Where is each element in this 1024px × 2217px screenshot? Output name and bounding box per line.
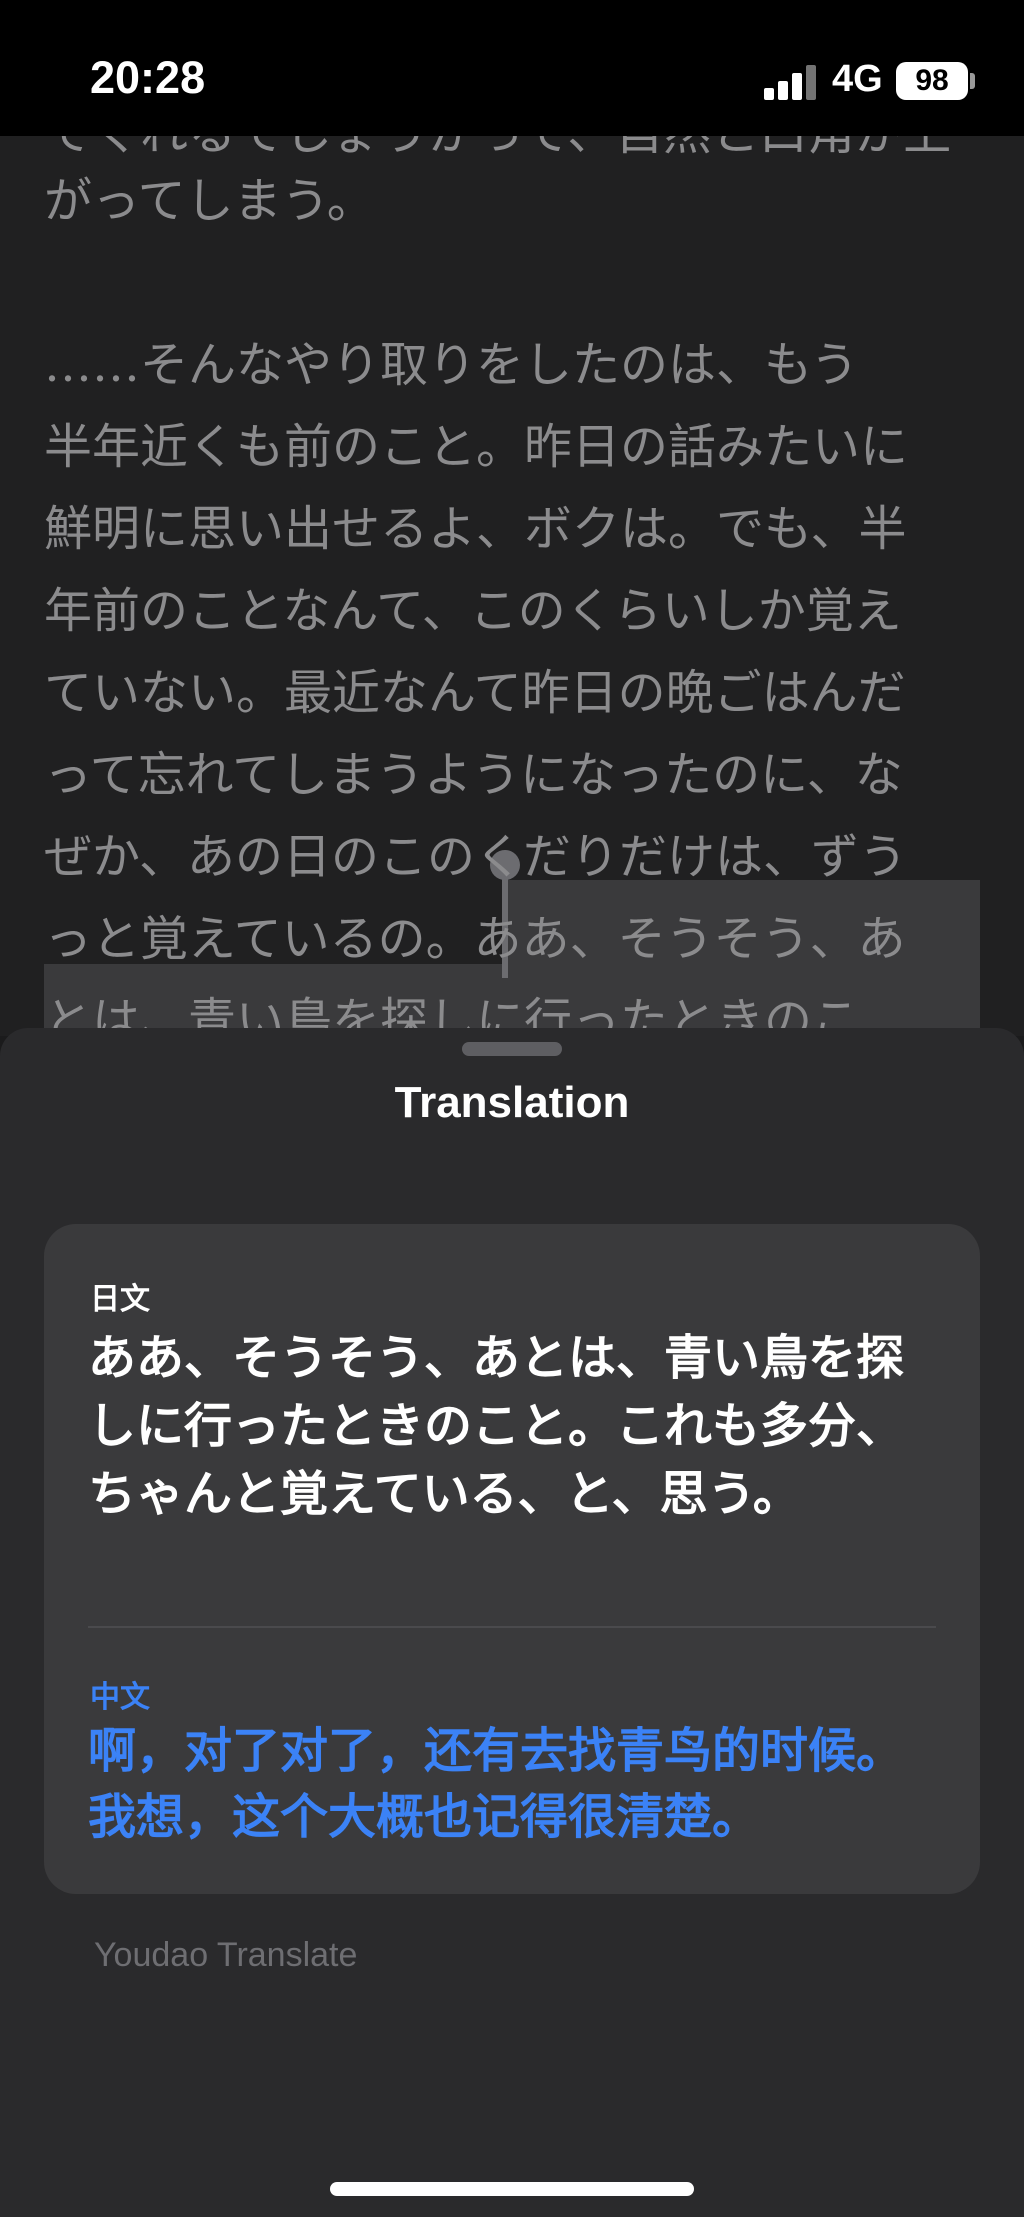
reader-line: 半年近くも前のこと。昨日の話みたいに [44, 419, 909, 475]
target-language-label[interactable]: 中文 [90, 1672, 150, 1716]
reader-line [44, 242, 994, 324]
translated-text: 啊，对了对了，还有去找青鸟的时候。我想，这个大概也记得很清楚。 [88, 1723, 905, 1845]
source-text: ああ、そうそう、あとは、青い鳥を探しに行ったときのこと。これも多分、ちゃんと覚え… [88, 1330, 905, 1522]
reader-line: ていない。最近なんて昨日の晩ごはんだ [44, 665, 906, 721]
battery-tip [970, 73, 975, 89]
sheet-title: Translation [394, 1078, 630, 1127]
sheet-grabber[interactable] [462, 1042, 562, 1056]
cellular-signal-icon [764, 64, 816, 100]
battery-icon: 98 [896, 62, 968, 100]
reader-page[interactable]: でくれるでしょうかって、自然と口角が上 がってしまう。 ……そんなやり取りをした… [0, 136, 1024, 1036]
translation-provider: Youdao Translate [94, 1936, 358, 1974]
status-bar: 20:28 4G 98 [0, 0, 1024, 136]
network-type: 4G [832, 58, 883, 100]
reader-line: ぜか、あの日のこのくだりだけは、ずう [44, 829, 908, 885]
reader-line: 年前のことなんて、このくらいしか覚え [44, 583, 902, 639]
translation-card: 日文 ああ、そうそう、あとは、青い鳥を探しに行ったときのこと。これも多分、ちゃん… [44, 1224, 980, 1894]
status-time: 20:28 [90, 52, 206, 103]
reader-line: っと覚えているの。ああ、そうそう、あ [44, 911, 906, 967]
reader-line: 鮮明に思い出せるよ、ボクは。でも、半 [44, 501, 907, 557]
home-indicator[interactable] [330, 2182, 694, 2196]
reader-line: ……そんなやり取りをしたのは、もう [44, 337, 859, 393]
reader-line: がってしまう。 [44, 173, 375, 229]
source-language-label[interactable]: 日文 [90, 1274, 150, 1318]
reader-line: って忘れてしまうようになったのに、な [44, 747, 903, 803]
translation-sheet: Translation 日文 ああ、そうそう、あとは、青い鳥を探しに行ったときの… [0, 1028, 1024, 2217]
divider [88, 1626, 936, 1628]
